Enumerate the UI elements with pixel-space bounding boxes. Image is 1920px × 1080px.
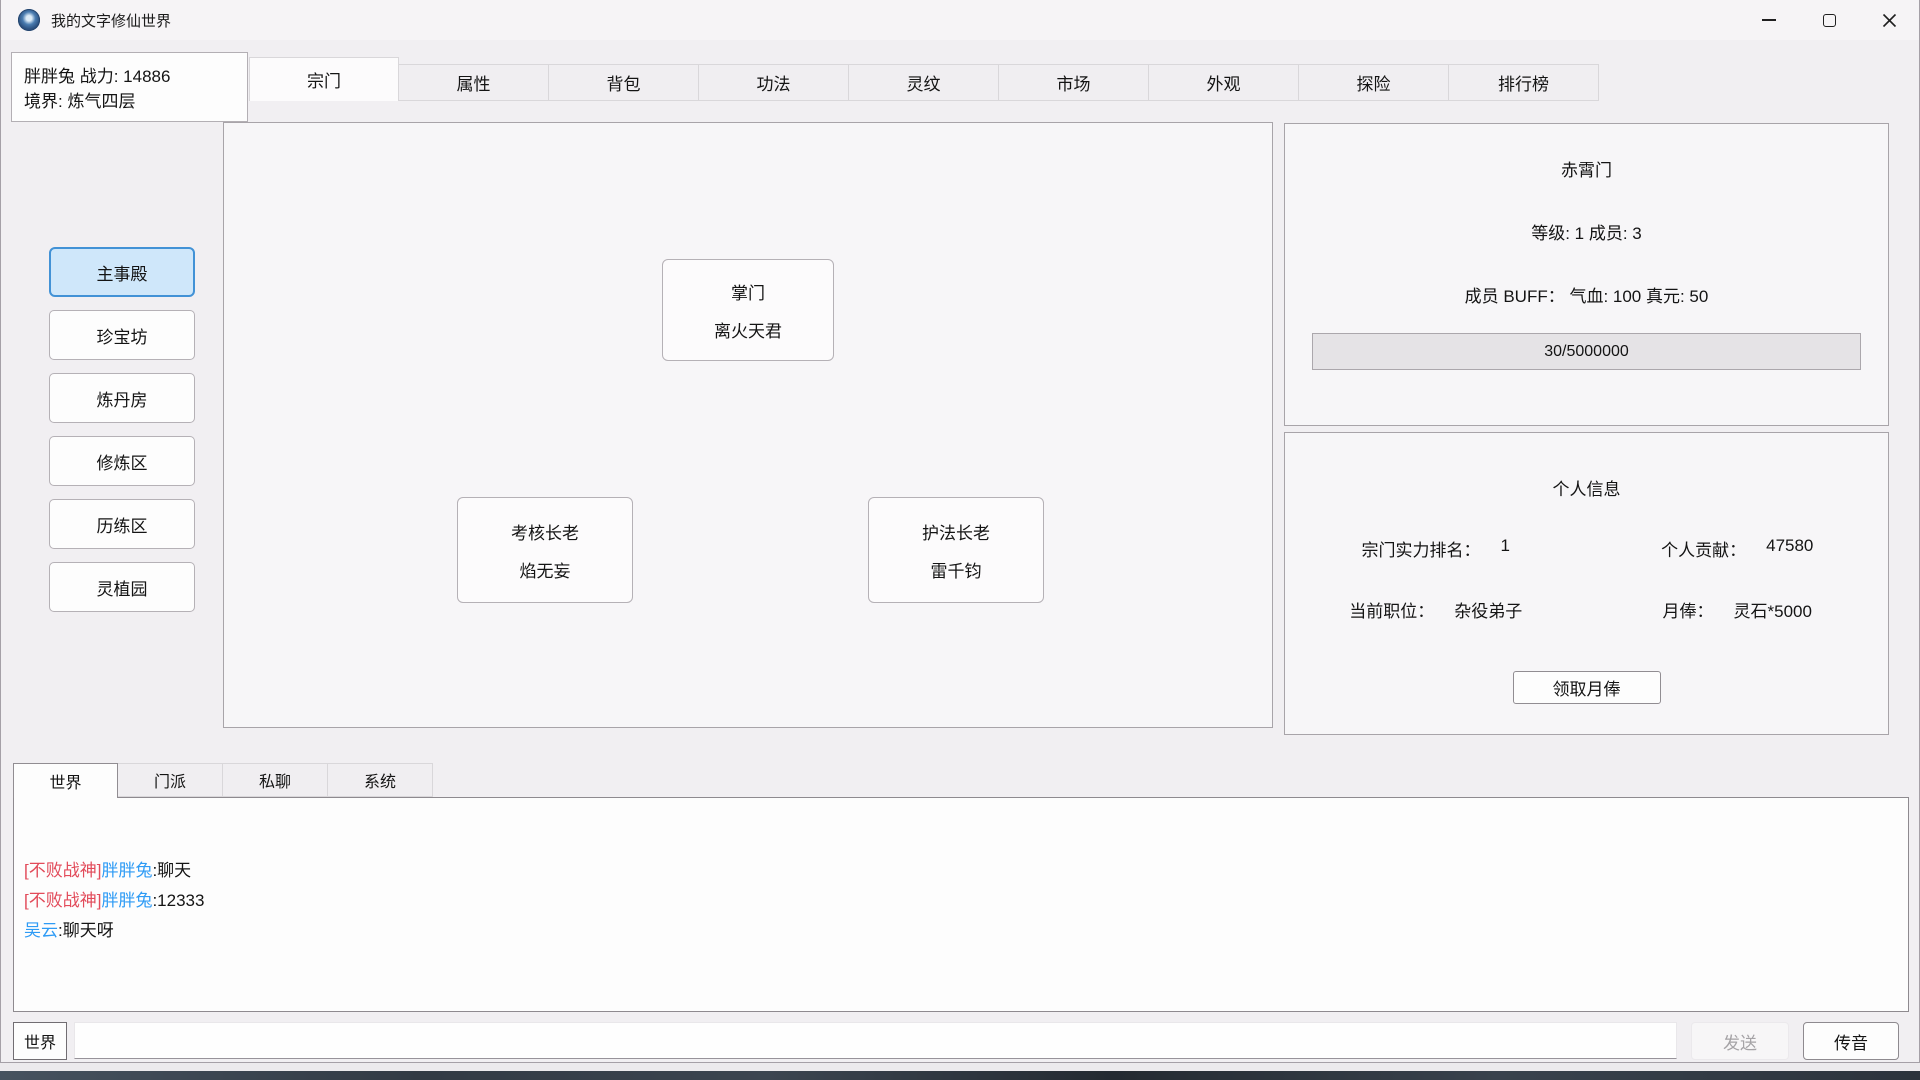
sect-level-members: 等级: 1 成员: 3 <box>1531 219 1642 244</box>
chat-channel-button[interactable]: 世界 <box>13 1022 67 1060</box>
tab-attributes[interactable]: 属性 <box>399 64 549 101</box>
salary-label: 月俸： <box>1663 597 1714 622</box>
window-title: 我的文字修仙世界 <box>51 10 171 31</box>
npc-title: 考核长老 <box>511 519 579 544</box>
position-field: 当前职位： 杂役弟子 <box>1285 597 1587 622</box>
broadcast-button[interactable]: 传音 <box>1803 1022 1899 1060</box>
chat-tab-bar: 世界 门派 私聊 系统 <box>13 763 433 798</box>
sect-exp-progress-text: 30/5000000 <box>1544 343 1629 361</box>
sect-rank-label: 宗门实力排名： <box>1362 536 1481 561</box>
chat-tab-system[interactable]: 系统 <box>328 763 433 797</box>
sect-exp-progressbar: 30/5000000 <box>1312 333 1861 370</box>
chat-tab-sect[interactable]: 门派 <box>118 763 223 797</box>
title-bar: 我的文字修仙世界 <box>1 0 1919 40</box>
close-button[interactable] <box>1859 0 1919 40</box>
chat-log: [不败战神]胖胖兔:聊天 [不败战神]胖胖兔:12333 吴云:聊天呀 <box>13 797 1909 1012</box>
contribution-field: 个人贡献： 47580 <box>1587 536 1889 561</box>
npc-name: 离火天君 <box>714 317 782 342</box>
contribution-value: 47580 <box>1766 536 1813 561</box>
chat-message-text: :聊天 <box>152 861 191 880</box>
salary-value: 灵石*5000 <box>1734 597 1812 622</box>
tab-gongfa[interactable]: 功法 <box>699 64 849 101</box>
tab-ranking[interactable]: 排行榜 <box>1449 64 1599 101</box>
chat-message: 吴云:聊天呀 <box>24 916 1896 946</box>
personal-row: 当前职位： 杂役弟子 月俸： 灵石*5000 <box>1285 597 1888 622</box>
send-button[interactable]: 发送 <box>1691 1022 1789 1060</box>
minimize-button[interactable] <box>1739 0 1799 40</box>
chat-sender-name: 胖胖兔 <box>101 891 152 910</box>
window-controls <box>1739 0 1919 40</box>
salary-field: 月俸： 灵石*5000 <box>1587 597 1889 622</box>
chat-tab-world[interactable]: 世界 <box>13 763 118 798</box>
taskbar-sliver <box>0 1071 1920 1080</box>
tab-market[interactable]: 市场 <box>999 64 1149 101</box>
main-tab-bar: 宗门 属性 背包 功法 灵纹 市场 外观 探险 排行榜 <box>249 57 1599 101</box>
chat-message: [不败战神]胖胖兔:12333 <box>24 886 1896 916</box>
personal-info-panel: 个人信息 宗门实力排名： 1 个人贡献： 47580 当前职位： 杂役弟子 月俸… <box>1284 432 1889 735</box>
close-icon <box>1882 13 1897 28</box>
npc-name: 焰无妄 <box>520 557 571 582</box>
tab-appearance[interactable]: 外观 <box>1149 64 1299 101</box>
screen: 我的文字修仙世界 胖胖兔 战力: 14886 境界: 炼气四层 <box>0 0 1920 1080</box>
chat-title-tag: [不败战神] <box>24 861 101 880</box>
position-value: 杂役弟子 <box>1454 597 1522 622</box>
app-window: 我的文字修仙世界 胖胖兔 战力: 14886 境界: 炼气四层 <box>0 0 1920 1063</box>
sidebar-item-main-hall[interactable]: 主事殿 <box>49 247 195 297</box>
chat-message-text: :12333 <box>152 891 204 910</box>
tab-explore[interactable]: 探险 <box>1299 64 1449 101</box>
sidebar-item-cultivation-area[interactable]: 修炼区 <box>49 436 195 486</box>
sect-rank-field: 宗门实力排名： 1 <box>1285 536 1587 561</box>
tab-zongmen[interactable]: 宗门 <box>249 57 399 101</box>
chat-message-text: :聊天呀 <box>58 921 114 940</box>
player-info-box: 胖胖兔 战力: 14886 境界: 炼气四层 <box>11 52 248 122</box>
maximize-icon <box>1823 14 1836 27</box>
npc-sect-leader[interactable]: 掌门 离火天君 <box>662 259 834 361</box>
npc-title: 护法长老 <box>922 519 990 544</box>
maximize-button[interactable] <box>1799 0 1859 40</box>
sidebar-item-treasure-shop[interactable]: 珍宝坊 <box>49 310 195 360</box>
sect-name: 赤霄门 <box>1561 156 1612 181</box>
sidebar-item-spirit-garden[interactable]: 灵植园 <box>49 562 195 612</box>
window-bottom-edge <box>0 1063 1920 1071</box>
npc-guard-elder[interactable]: 护法长老 雷千钧 <box>868 497 1044 603</box>
tab-lingwen[interactable]: 灵纹 <box>849 64 999 101</box>
app-logo-icon <box>18 9 40 31</box>
npc-title: 掌门 <box>731 279 765 304</box>
sect-map-panel: 掌门 离火天君 考核长老 焰无妄 护法长老 雷千钧 <box>223 122 1273 728</box>
claim-salary-button[interactable]: 领取月俸 <box>1513 671 1661 704</box>
sect-member-buff: 成员 BUFF： 气血: 100 真元: 50 <box>1465 282 1709 307</box>
player-realm: 境界: 炼气四层 <box>24 87 235 112</box>
npc-exam-elder[interactable]: 考核长老 焰无妄 <box>457 497 633 603</box>
chat-input[interactable] <box>74 1022 1677 1059</box>
minimize-icon <box>1762 19 1776 21</box>
chat-message: [不败战神]胖胖兔:聊天 <box>24 856 1896 886</box>
chat-tab-private[interactable]: 私聊 <box>223 763 328 797</box>
chat-sender-name: 吴云 <box>24 921 58 940</box>
tab-backpack[interactable]: 背包 <box>549 64 699 101</box>
chat-title-tag: [不败战神] <box>24 891 101 910</box>
player-name-power: 胖胖兔 战力: 14886 <box>24 62 235 87</box>
position-label: 当前职位： <box>1349 597 1434 622</box>
chat-sender-name: 胖胖兔 <box>101 861 152 880</box>
sidebar-item-alchemy-room[interactable]: 炼丹房 <box>49 373 195 423</box>
sidebar-item-training-area[interactable]: 历练区 <box>49 499 195 549</box>
sect-rank-value: 1 <box>1501 536 1510 561</box>
contribution-label: 个人贡献： <box>1661 536 1746 561</box>
npc-name: 雷千钧 <box>931 557 982 582</box>
personal-info-title: 个人信息 <box>1285 475 1888 500</box>
sect-info-panel: 赤霄门 等级: 1 成员: 3 成员 BUFF： 气血: 100 真元: 50 … <box>1284 123 1889 426</box>
personal-row: 宗门实力排名： 1 个人贡献： 47580 <box>1285 536 1888 561</box>
